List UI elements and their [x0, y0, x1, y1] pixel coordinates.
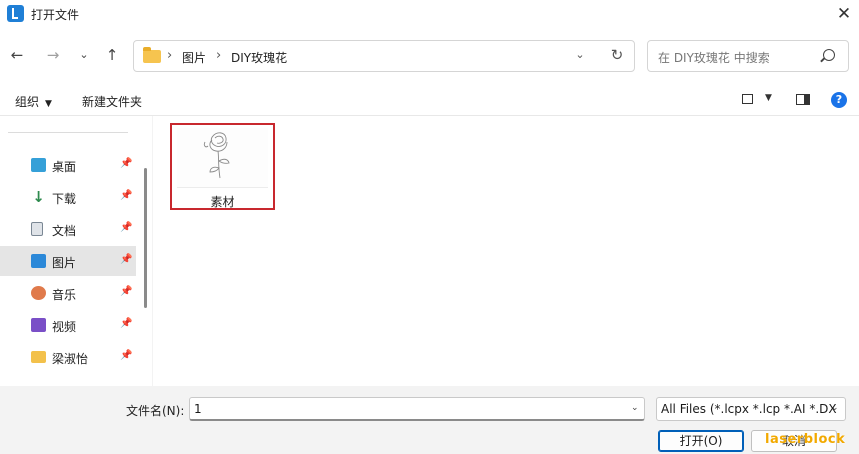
- breadcrumb-current-folder[interactable]: DIY玫瑰花: [231, 49, 287, 66]
- address-dropdown-icon[interactable]: ⌄: [571, 48, 589, 61]
- sidebar-item-documents[interactable]: 文档 📌: [0, 214, 136, 244]
- up-button[interactable]: ↑: [101, 44, 123, 66]
- forward-button[interactable]: →: [42, 44, 64, 66]
- search-icon[interactable]: [823, 49, 835, 61]
- sidebar-item-label: 下载: [52, 192, 77, 206]
- app-icon: [7, 5, 24, 22]
- close-button[interactable]: ✕: [832, 2, 856, 26]
- sidebar-item-desktop[interactable]: 桌面 📌: [0, 150, 136, 180]
- navigation-bar: ← → ⌄ ↑ › 图片 › DIY玫瑰花 ⌄ ↻ 在 DIY玫瑰花 中搜索: [0, 28, 859, 84]
- sidebar-item-label: 视频: [52, 320, 77, 334]
- chevron-right-icon: ›: [216, 48, 222, 63]
- sidebar-item-music[interactable]: 音乐 📌: [0, 278, 136, 308]
- pin-icon: 📌: [120, 254, 133, 265]
- pin-icon: 📌: [120, 350, 133, 361]
- pin-icon: 📌: [120, 286, 133, 297]
- sidebar-item-pictures[interactable]: 图片 📌: [0, 246, 136, 276]
- window-title: 打开文件: [31, 8, 80, 22]
- open-button[interactable]: 打开(O): [658, 430, 744, 452]
- new-folder-button[interactable]: 新建文件夹: [82, 93, 142, 110]
- sidebar-item-label: 梁淑怡: [52, 352, 89, 366]
- video-icon: [31, 318, 46, 332]
- sidebar-item-videos[interactable]: 视频 📌: [0, 310, 136, 340]
- chevron-right-icon: ›: [167, 48, 173, 63]
- dialog-footer: 文件名(N): 1 ⌄ All Files (*.lcpx *.lcp *.AI…: [0, 386, 859, 454]
- sidebar-item-label: 音乐: [52, 288, 77, 302]
- file-item[interactable]: 素材: [170, 123, 275, 210]
- chevron-down-icon[interactable]: ⌄: [831, 403, 839, 413]
- rose-sketch-icon: [203, 132, 230, 179]
- pin-icon: 📌: [120, 222, 133, 233]
- toolbar: 组织 ▼ 新建文件夹 ▼ ?: [0, 84, 859, 116]
- pictures-icon: [31, 254, 46, 268]
- sidebar-item-label: 图片: [52, 256, 77, 270]
- file-list: 素材: [153, 116, 859, 386]
- pin-icon: 📌: [120, 318, 133, 329]
- preview-pane-icon[interactable]: [796, 94, 810, 105]
- filename-input[interactable]: 1: [189, 397, 645, 421]
- desktop-icon: [31, 158, 46, 172]
- sidebar-item-label: 桌面: [52, 160, 77, 174]
- chevron-down-icon: ▼: [45, 99, 52, 109]
- chevron-down-icon[interactable]: ▼: [765, 93, 772, 103]
- help-icon[interactable]: ?: [831, 92, 847, 108]
- breadcrumb-pictures[interactable]: 图片: [182, 49, 206, 66]
- download-icon: ↓: [32, 188, 45, 206]
- navigation-pane: 桌面 📌 ↓ 下载 📌 文档 📌 图片 📌 音乐 📌 视频 📌 梁淑怡 📌: [0, 116, 152, 386]
- watermark: laserblock: [765, 432, 846, 447]
- file-name: 素材: [210, 195, 235, 209]
- sidebar-item-label: 文档: [52, 224, 77, 238]
- document-icon: [31, 222, 43, 236]
- chevron-down-icon[interactable]: ⌄: [631, 403, 639, 413]
- organize-label: 组织: [15, 95, 40, 109]
- filename-label: 文件名(N):: [126, 404, 185, 418]
- sidebar-scrollbar[interactable]: [144, 168, 147, 308]
- pin-icon: 📌: [120, 190, 133, 201]
- file-type-select[interactable]: All Files (*.lcpx *.lcp *.AI *.DX: [656, 397, 846, 421]
- organize-menu[interactable]: 组织 ▼: [15, 93, 52, 110]
- pin-icon: 📌: [120, 158, 133, 169]
- sidebar-item-user-folder[interactable]: 梁淑怡 📌: [0, 342, 136, 372]
- search-box[interactable]: 在 DIY玫瑰花 中搜索: [647, 40, 849, 72]
- view-mode-icon[interactable]: [742, 94, 753, 104]
- search-input[interactable]: 在 DIY玫瑰花 中搜索: [658, 49, 770, 66]
- title-bar: 打开文件 ✕: [0, 0, 859, 28]
- divider: [8, 132, 128, 133]
- folder-icon: [143, 47, 161, 63]
- sidebar-item-downloads[interactable]: ↓ 下载 📌: [0, 182, 136, 212]
- address-bar[interactable]: › 图片 › DIY玫瑰花 ⌄ ↻: [133, 40, 635, 72]
- back-button[interactable]: ←: [6, 44, 28, 66]
- refresh-icon[interactable]: ↻: [607, 46, 627, 64]
- folder-thumbnail: [177, 128, 268, 188]
- user-folder-icon: [31, 351, 46, 363]
- music-icon: [31, 286, 46, 300]
- recent-locations-button[interactable]: ⌄: [73, 44, 95, 66]
